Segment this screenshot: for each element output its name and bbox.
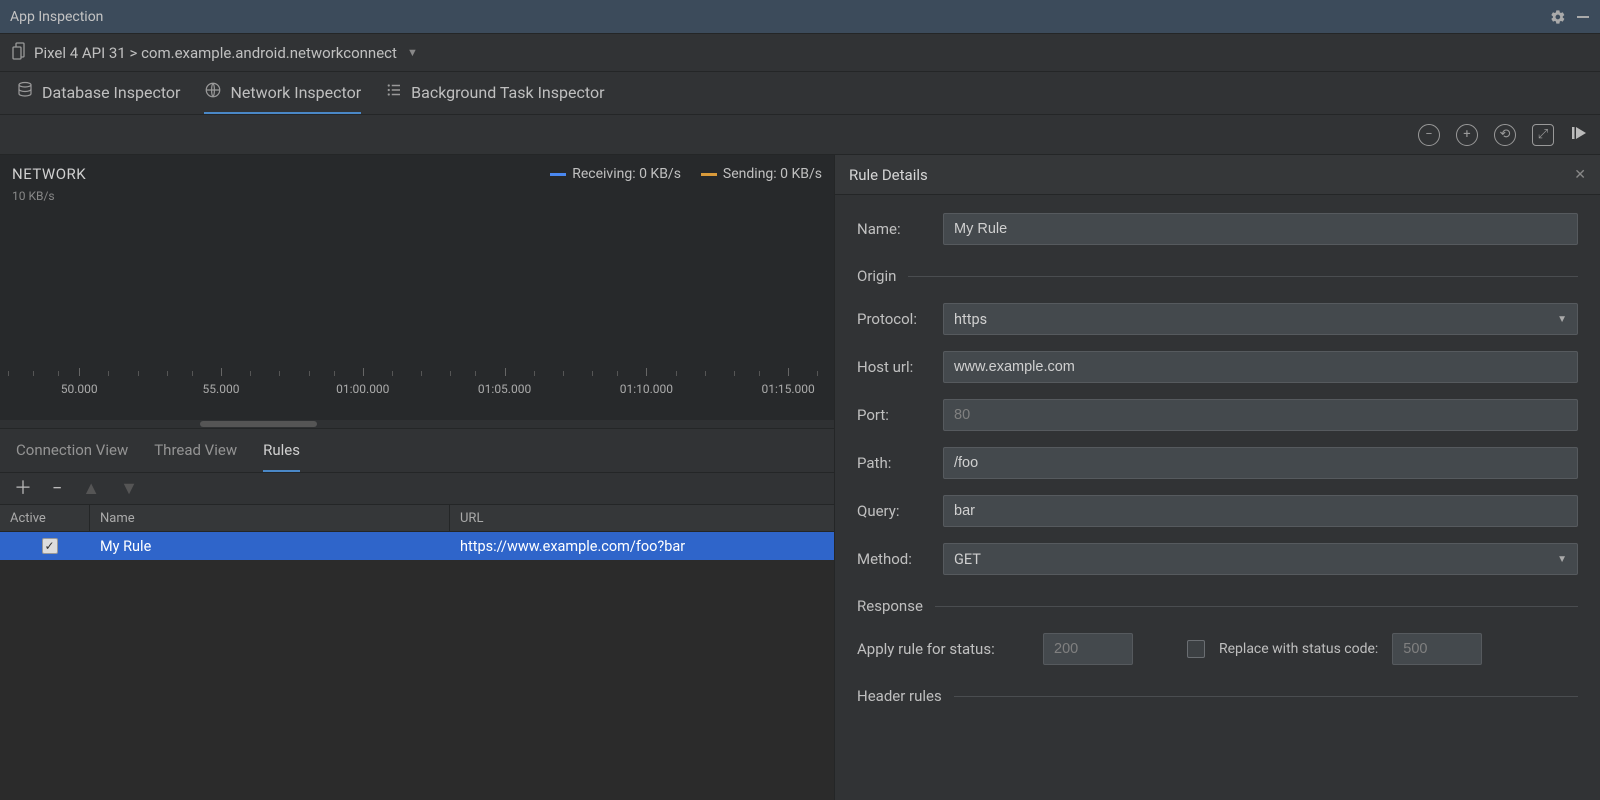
tick-label: 50.000 xyxy=(61,382,98,396)
path-label: Path: xyxy=(857,454,943,472)
tick-label: 01:05.000 xyxy=(478,382,531,396)
replace-status-checkbox[interactable] xyxy=(1187,640,1205,658)
section-origin: Origin xyxy=(857,267,896,285)
column-header-active[interactable]: Active xyxy=(0,505,90,531)
tab-connection-view[interactable]: Connection View xyxy=(16,429,128,472)
replace-status-input[interactable] xyxy=(1392,633,1482,665)
tab-rules[interactable]: Rules xyxy=(263,429,300,472)
gear-icon[interactable] xyxy=(1550,9,1566,25)
tab-label: Database Inspector xyxy=(42,83,180,102)
name-input[interactable] xyxy=(943,213,1578,245)
protocol-value: https xyxy=(954,311,987,328)
tick-label: 01:10.000 xyxy=(620,382,673,396)
path-input[interactable] xyxy=(943,447,1578,479)
y-axis-label: 10 KB/s xyxy=(12,189,822,203)
method-select[interactable]: GET ▼ xyxy=(943,543,1578,575)
tick-label: 55.000 xyxy=(203,382,240,396)
tab-thread-view[interactable]: Thread View xyxy=(154,429,237,472)
protocol-label: Protocol: xyxy=(857,310,943,328)
list-icon xyxy=(385,81,403,103)
panel-title: App Inspection xyxy=(10,9,103,25)
timeline-ruler[interactable]: 50.000 55.000 01:00.000 01:05.000 01:10.… xyxy=(0,378,834,402)
tab-label: Background Task Inspector xyxy=(411,83,604,102)
method-value: GET xyxy=(954,551,981,568)
reset-zoom-icon[interactable]: ⟲ xyxy=(1494,124,1516,146)
apply-status-label: Apply rule for status: xyxy=(857,640,1029,658)
network-title: NETWORK xyxy=(12,165,86,183)
legend-receiving-label: Receiving: 0 KB/s xyxy=(572,166,681,182)
active-checkbox[interactable]: ✓ xyxy=(42,538,58,554)
cell-url: https://www.example.com/foo?bar xyxy=(450,532,834,560)
column-header-name[interactable]: Name xyxy=(90,505,450,531)
breadcrumb[interactable]: Pixel 4 API 31 > com.example.android.net… xyxy=(34,44,397,62)
close-icon[interactable]: ✕ xyxy=(1574,167,1586,183)
network-chart: NETWORK Receiving: 0 KB/s Sending: 0 KB/… xyxy=(0,155,834,428)
query-input[interactable] xyxy=(943,495,1578,527)
query-label: Query: xyxy=(857,502,943,520)
timeline-scrollbar[interactable] xyxy=(0,420,834,428)
chevron-down-icon: ▼ xyxy=(1557,554,1567,565)
zoom-selection-icon[interactable]: ⤢ xyxy=(1532,124,1554,146)
table-row[interactable]: ✓ My Rule https://www.example.com/foo?ba… xyxy=(0,532,834,560)
method-label: Method: xyxy=(857,550,943,568)
section-response: Response xyxy=(857,597,923,615)
apply-status-input[interactable] xyxy=(1043,633,1133,665)
zoom-in-icon[interactable]: + xyxy=(1456,124,1478,146)
move-down-button[interactable]: ▼ xyxy=(120,480,138,498)
minimize-icon[interactable] xyxy=(1576,10,1590,24)
tick-label: 01:15.000 xyxy=(761,382,814,396)
host-input[interactable] xyxy=(943,351,1578,383)
remove-rule-button[interactable]: − xyxy=(52,480,62,498)
details-title: Rule Details xyxy=(849,166,928,184)
timeline-scroll-thumb[interactable] xyxy=(200,421,317,427)
go-to-live-icon[interactable] xyxy=(1570,124,1588,146)
replace-status-label: Replace with status code: xyxy=(1219,641,1378,657)
legend-sending: Sending: 0 KB/s xyxy=(701,166,822,182)
tab-database-inspector[interactable]: Database Inspector xyxy=(16,72,180,114)
tab-background-task-inspector[interactable]: Background Task Inspector xyxy=(385,72,604,114)
tab-label: Network Inspector xyxy=(230,83,361,102)
globe-icon xyxy=(204,81,222,103)
add-rule-button[interactable]: ＋ xyxy=(14,480,32,498)
chevron-down-icon: ▼ xyxy=(1557,314,1567,325)
legend-receiving: Receiving: 0 KB/s xyxy=(550,166,681,182)
name-label: Name: xyxy=(857,220,943,238)
port-label: Port: xyxy=(857,406,943,424)
section-header-rules: Header rules xyxy=(857,687,942,705)
device-icon xyxy=(12,42,28,64)
port-input[interactable] xyxy=(943,399,1578,431)
zoom-out-icon[interactable]: − xyxy=(1418,124,1440,146)
tab-network-inspector[interactable]: Network Inspector xyxy=(204,72,361,114)
tick-label: 01:00.000 xyxy=(336,382,389,396)
database-icon xyxy=(16,81,34,103)
column-header-url[interactable]: URL xyxy=(450,505,834,531)
chevron-down-icon[interactable]: ▼ xyxy=(407,46,418,59)
protocol-select[interactable]: https ▼ xyxy=(943,303,1578,335)
host-label: Host url: xyxy=(857,358,943,376)
move-up-button[interactable]: ▲ xyxy=(82,480,100,498)
legend-sending-label: Sending: 0 KB/s xyxy=(723,166,822,182)
cell-name: My Rule xyxy=(90,532,450,560)
